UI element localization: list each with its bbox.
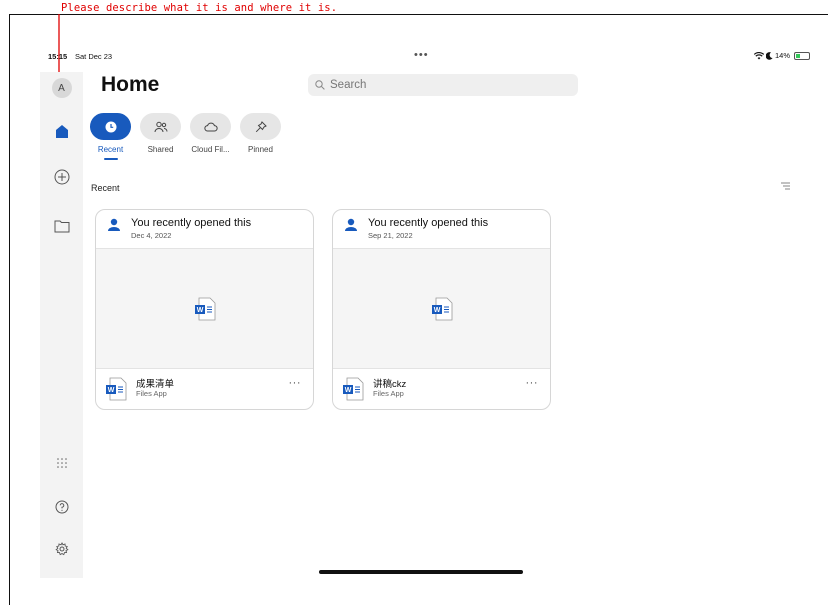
sort-icon[interactable] bbox=[780, 181, 791, 191]
file-location: Files App bbox=[373, 389, 404, 398]
card-activity: You recently opened this Dec 4, 2022 bbox=[96, 210, 313, 248]
card-footer: W 讲稿ckz Files App ··· bbox=[333, 369, 550, 409]
card-activity-date: Sep 21, 2022 bbox=[368, 231, 413, 240]
status-indicators: 14% bbox=[753, 51, 810, 60]
people-icon bbox=[154, 121, 167, 132]
section-title: Recent bbox=[91, 183, 120, 193]
moon-icon bbox=[765, 51, 773, 60]
gear-icon bbox=[54, 542, 69, 556]
file-name: 成果清单 bbox=[136, 379, 175, 390]
tab-pinned[interactable]: Pinned bbox=[240, 113, 281, 160]
person-icon bbox=[345, 218, 357, 231]
tab-recent[interactable]: Recent bbox=[90, 113, 131, 160]
home-indicator[interactable] bbox=[319, 570, 523, 574]
tab-shared[interactable]: Shared bbox=[140, 113, 181, 160]
app-grid-icon bbox=[56, 458, 67, 468]
file-location: Files App bbox=[136, 389, 167, 398]
card-footer: W 成果清单 Files App ··· bbox=[96, 369, 313, 409]
status-bar: 15:15 Sat Dec 23 ••• 14% bbox=[48, 49, 810, 63]
card-activity-text: You recently opened this bbox=[131, 217, 252, 229]
battery-percent: 14% bbox=[774, 51, 790, 60]
sidebar: A bbox=[40, 72, 83, 578]
tab-cloud-files-label: Cloud Fil... bbox=[191, 145, 230, 154]
svg-text:W: W bbox=[196, 307, 203, 314]
search-bar[interactable]: Search bbox=[308, 74, 578, 96]
card-activity-date: Dec 4, 2022 bbox=[131, 231, 172, 240]
sidebar-item-open[interactable] bbox=[40, 219, 83, 233]
svg-text:W: W bbox=[108, 387, 115, 394]
more-options-button[interactable]: ··· bbox=[526, 377, 539, 389]
word-document-icon: W bbox=[431, 297, 452, 320]
sidebar-item-settings[interactable] bbox=[40, 542, 83, 556]
svg-text:W: W bbox=[345, 387, 352, 394]
home-tabs: Recent Shared Cloud Fil... Pinned bbox=[90, 113, 281, 160]
word-file-icon: W bbox=[343, 377, 364, 401]
tab-recent-label: Recent bbox=[97, 145, 124, 154]
card-activity: You recently opened this Sep 21, 2022 bbox=[333, 210, 550, 248]
plus-circle-icon bbox=[54, 169, 69, 185]
home-icon bbox=[55, 125, 68, 138]
sidebar-item-apps[interactable] bbox=[40, 457, 83, 469]
account-button[interactable]: A bbox=[40, 78, 83, 98]
help-icon bbox=[55, 500, 68, 514]
cloud-icon bbox=[203, 122, 218, 131]
status-time: 15:15 bbox=[48, 52, 68, 61]
page-title: Home bbox=[101, 73, 160, 96]
card-activity-text: You recently opened this bbox=[368, 217, 489, 229]
multitasking-dots[interactable]: ••• bbox=[414, 49, 429, 61]
more-options-button[interactable]: ··· bbox=[289, 377, 302, 389]
annotation-prompt: Please describe what it is and where it … bbox=[61, 2, 338, 14]
battery-icon bbox=[794, 51, 810, 60]
pin-icon bbox=[255, 120, 267, 132]
tab-cloud-files[interactable]: Cloud Fil... bbox=[190, 113, 231, 160]
status-date: Sat Dec 23 bbox=[75, 52, 113, 61]
wifi-icon bbox=[753, 51, 764, 59]
tab-active-indicator bbox=[103, 158, 118, 160]
folder-icon bbox=[54, 220, 69, 233]
sidebar-item-help[interactable] bbox=[40, 500, 83, 514]
recent-file-card[interactable]: You recently opened this Dec 4, 2022 W W… bbox=[95, 209, 314, 410]
recent-file-card[interactable]: You recently opened this Sep 21, 2022 W … bbox=[332, 209, 551, 410]
file-preview[interactable]: W bbox=[96, 248, 313, 369]
tab-shared-label: Shared bbox=[147, 145, 174, 154]
file-name: 讲稿ckz bbox=[373, 379, 407, 390]
avatar: A bbox=[51, 78, 72, 98]
svg-text:W: W bbox=[433, 307, 440, 314]
clock-icon bbox=[105, 121, 116, 132]
word-document-icon: W bbox=[194, 297, 215, 320]
file-preview[interactable]: W bbox=[333, 248, 550, 369]
word-file-icon: W bbox=[106, 377, 127, 401]
search-icon bbox=[315, 80, 325, 90]
person-icon bbox=[108, 218, 120, 231]
tab-pinned-label: Pinned bbox=[248, 145, 273, 154]
sidebar-item-create[interactable] bbox=[40, 169, 83, 185]
search-placeholder: Search bbox=[330, 79, 367, 91]
sidebar-item-home[interactable] bbox=[40, 124, 83, 139]
